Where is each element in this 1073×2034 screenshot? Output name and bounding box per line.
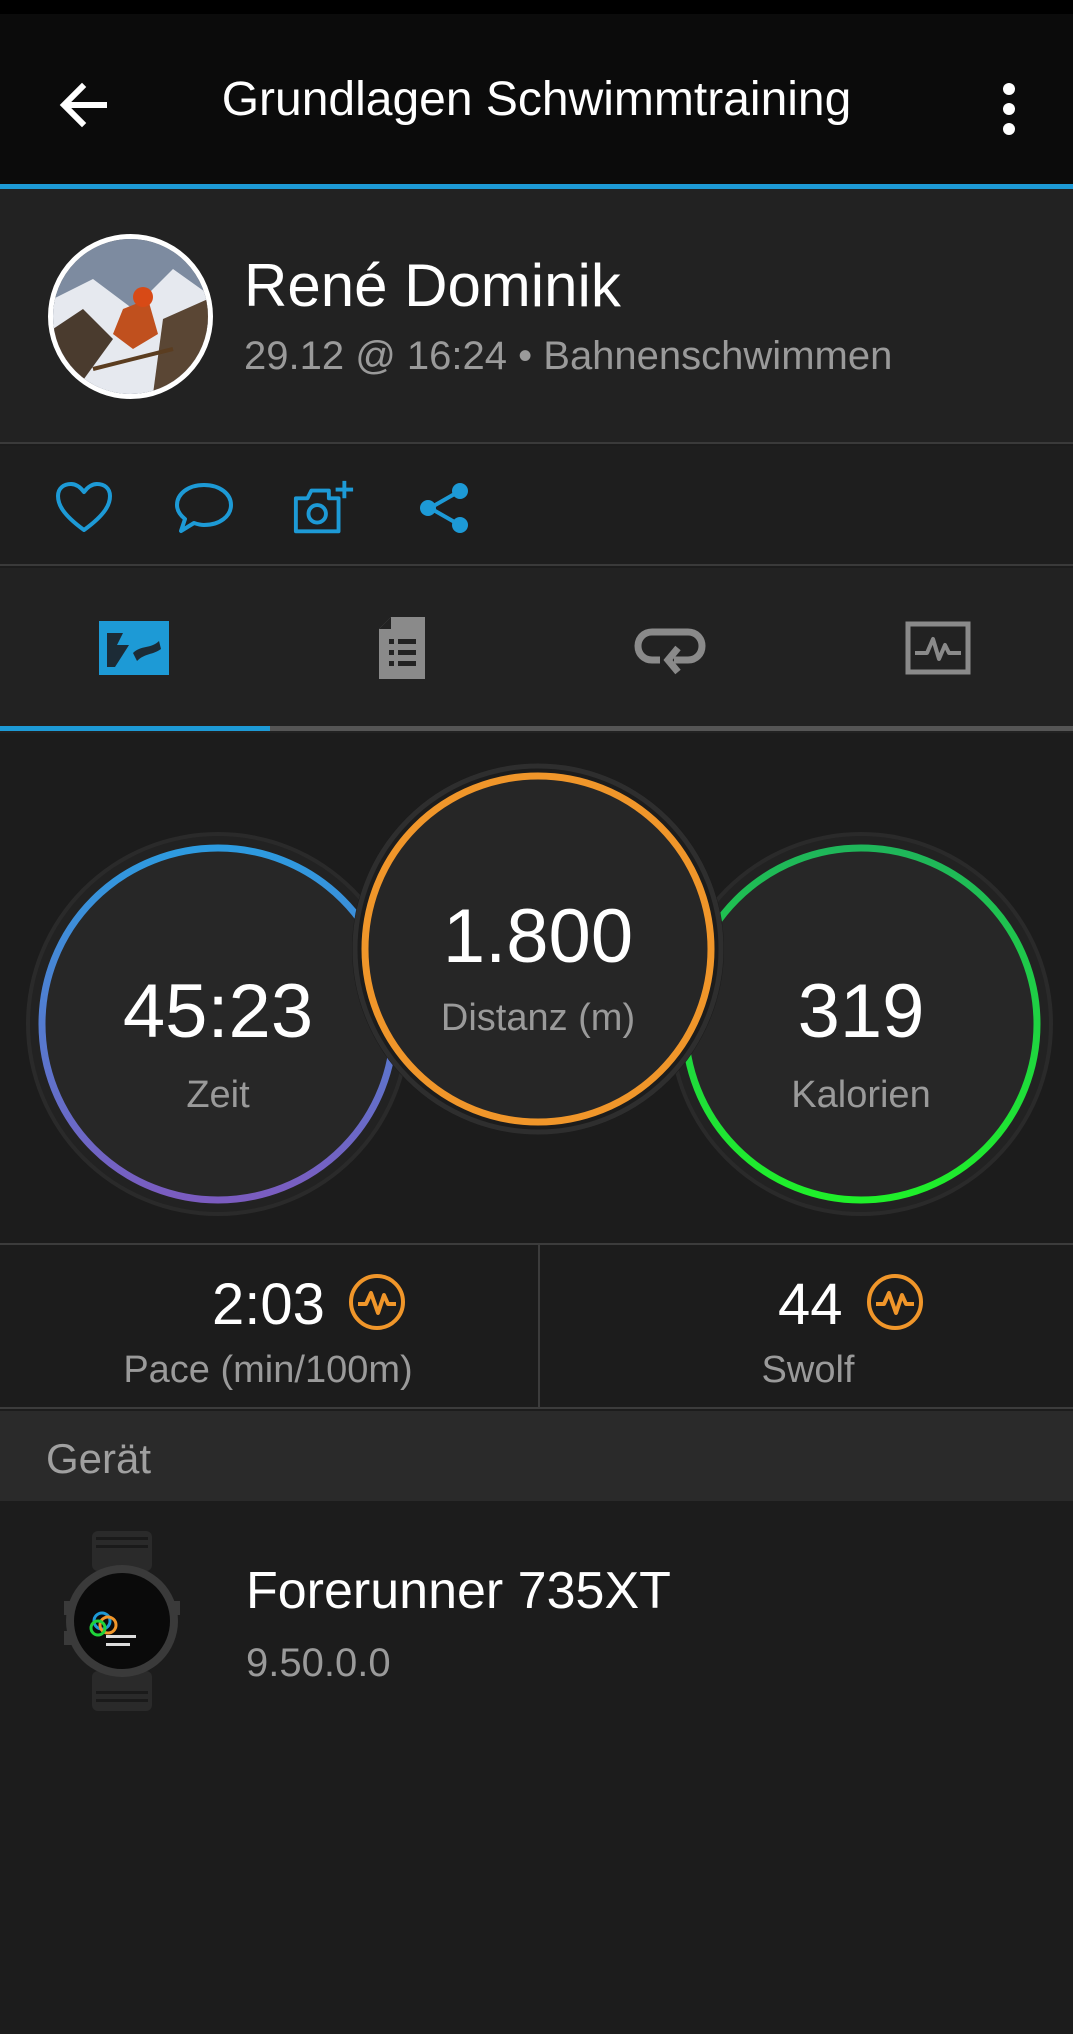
time-circle: 45:23 Zeit (30, 836, 406, 1212)
pace-label: Pace (min/100m) (123, 1349, 413, 1391)
swolf-value: 44 (778, 1272, 843, 1337)
map-icon (99, 621, 169, 675)
tab-details[interactable] (268, 568, 536, 728)
device-item[interactable]: Forerunner 735XT 9.50.0.0 (0, 1501, 1073, 1731)
comment-icon (175, 483, 233, 533)
share-icon (420, 483, 468, 533)
activity-meta: 29.12 @ 16:24 • Bahnenschwimmen (244, 334, 893, 378)
device-section-header: Gerät (0, 1411, 1073, 1501)
chart-icon (905, 621, 971, 675)
activity-owner: René Dominik 29.12 @ 16:24 • Bahnenschwi… (0, 189, 1073, 444)
distance-label: Distanz (m) (440, 997, 636, 1039)
summary-panel: 45:23 Zeit 319 Kalorien 1.800 Distanz (m… (0, 733, 1073, 1243)
share-button[interactable] (412, 476, 476, 540)
device-section-title: Gerät (46, 1435, 152, 1482)
document-icon (379, 617, 425, 679)
more-options-button[interactable] (981, 69, 1037, 149)
device-version: 9.50.0.0 (246, 1641, 391, 1685)
swolf-stat[interactable]: 44 Swolf (540, 1245, 1073, 1409)
swolf-activity-icon (867, 1274, 923, 1330)
stats-row: 2:03 Pace (min/100m) 44 Swolf (0, 1243, 1073, 1409)
add-photo-button[interactable] (292, 476, 356, 540)
heart-icon (56, 482, 112, 532)
tab-indicator (0, 726, 270, 731)
app-bar: Grundlagen Schwimmtraining (0, 14, 1073, 184)
back-button[interactable] (48, 69, 120, 141)
pace-stat[interactable]: 2:03 Pace (min/100m) (0, 1245, 536, 1409)
pace-activity-icon (349, 1274, 405, 1330)
time-value: 45:23 (122, 969, 314, 1054)
tab-overview[interactable] (0, 568, 268, 728)
action-bar (0, 446, 1073, 566)
distance-value: 1.800 (442, 894, 634, 979)
calories-value: 319 (797, 969, 925, 1054)
time-label: Zeit (186, 1074, 250, 1116)
swolf-label: Swolf (761, 1349, 855, 1391)
like-button[interactable] (52, 476, 116, 540)
avatar[interactable] (48, 234, 213, 399)
arrow-left-icon (59, 82, 107, 128)
more-vertical-icon (1003, 83, 1015, 135)
tab-charts[interactable] (804, 568, 1072, 728)
device-name: Forerunner 735XT (246, 1562, 671, 1620)
page-title: Grundlagen Schwimmtraining (221, 73, 852, 126)
user-name[interactable]: René Dominik (244, 251, 621, 320)
calories-label: Kalorien (791, 1074, 931, 1116)
watch-image (64, 1531, 180, 1711)
comment-button[interactable] (172, 476, 236, 540)
tab-laps[interactable] (536, 568, 804, 728)
calories-circle: 319 Kalorien (673, 836, 1049, 1212)
status-bar (0, 0, 1073, 14)
add-photo-icon (293, 480, 354, 534)
pace-value: 2:03 (212, 1272, 325, 1337)
laps-icon (634, 628, 706, 675)
detail-tabs (0, 568, 1073, 733)
distance-circle: 1.800 Distanz (m) (352, 763, 724, 1135)
